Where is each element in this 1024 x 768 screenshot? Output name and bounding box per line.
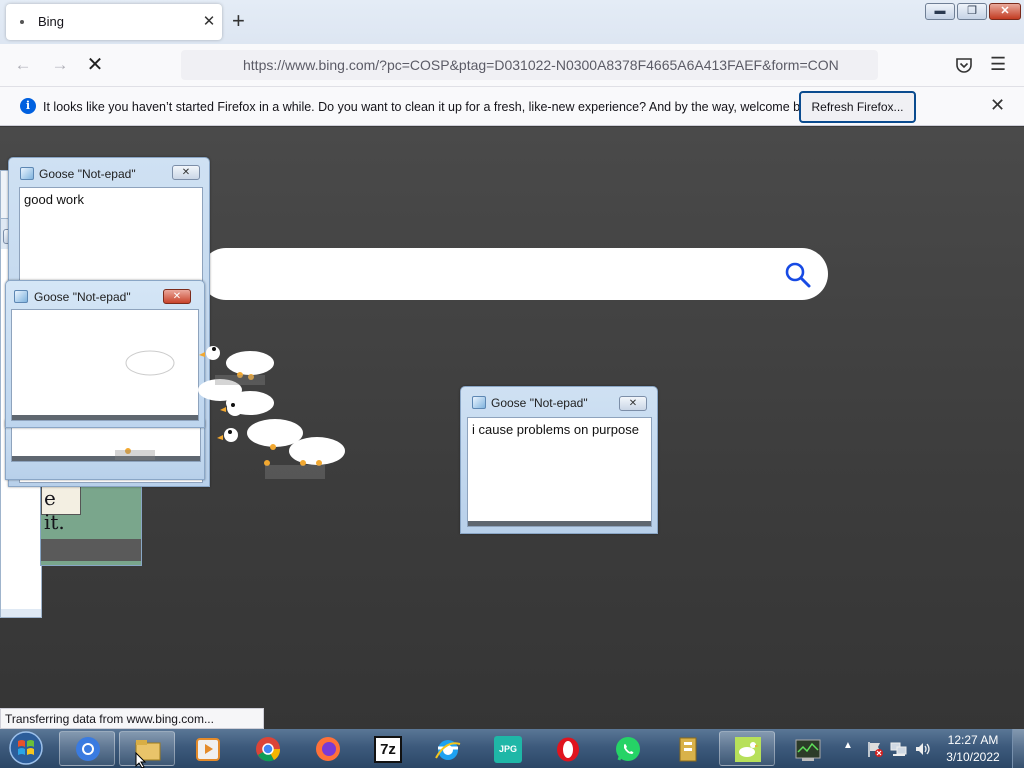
tab-close-button[interactable]: ✕ <box>200 12 218 30</box>
goose-app-icon <box>735 737 761 762</box>
taskbar-firefox[interactable] <box>299 731 355 766</box>
task-manager-icon <box>795 739 821 761</box>
refresh-firefox-button[interactable]: Refresh Firefox... <box>799 91 916 123</box>
mouse-cursor-icon <box>135 752 147 768</box>
info-icon: i <box>20 98 36 114</box>
notepad-icon <box>14 290 28 303</box>
taskbar-whatsapp[interactable] <box>599 731 655 766</box>
scrollbar[interactable] <box>468 521 651 526</box>
window-title: Goose "Not-epad" <box>34 290 131 304</box>
bing-search-box[interactable] <box>200 248 828 300</box>
close-window-button[interactable]: ✕ <box>989 3 1021 20</box>
start-button[interactable] <box>3 730 49 767</box>
whatsapp-icon <box>616 737 640 761</box>
background-bar <box>41 539 141 561</box>
url-text: https://www.bing.com/?pc=COSP&ptag=D0310… <box>243 57 839 73</box>
taskbar-jpg-viewer[interactable]: JPG <box>479 731 535 766</box>
goose-notepad-window-3[interactable]: Goose "Not-epad" ✕ i cause problems on p… <box>460 386 658 534</box>
show-hidden-icons-chevron-icon[interactable]: ▲ <box>843 740 853 751</box>
new-tab-button[interactable]: + <box>232 8 245 34</box>
firefox-icon <box>316 737 340 761</box>
notepad-text: good work <box>24 192 84 207</box>
search-icon[interactable] <box>784 261 812 289</box>
taskbar-chrome-like-browser[interactable] <box>59 731 115 766</box>
goose-icon <box>125 346 274 380</box>
hamburger-menu-icon[interactable]: ☰ <box>990 54 1006 75</box>
notepad-text-area[interactable]: i cause problems on purpose <box>467 417 652 527</box>
navigation-toolbar: ← → ✕ https://www.bing.com/?pc=COSP&ptag… <box>0 44 1024 86</box>
notepad-text: i cause problems on purpose <box>472 422 639 437</box>
close-button[interactable]: ✕ <box>163 289 191 304</box>
refresh-firefox-notification: i It looks like you haven’t started Fire… <box>0 86 1024 126</box>
internet-explorer-icon <box>435 740 461 760</box>
desktop-geese[interactable] <box>95 335 355 485</box>
forward-button[interactable]: → <box>49 54 71 76</box>
stop-loading-button[interactable]: ✕ <box>84 54 106 76</box>
notepad-icon <box>472 396 486 409</box>
goose-icon <box>217 419 345 466</box>
media-player-icon <box>196 738 220 761</box>
network-icon[interactable] <box>890 740 908 758</box>
taskbar-task-manager[interactable] <box>779 731 837 766</box>
volume-icon[interactable] <box>914 740 932 758</box>
taskbar-media-player[interactable] <box>179 731 235 766</box>
back-button[interactable]: ← <box>12 54 34 76</box>
tab-strip: Bing ✕ + ▬ ❐ ✕ <box>0 0 1024 44</box>
show-desktop-button[interactable] <box>1012 729 1024 768</box>
notepad-icon <box>20 167 34 180</box>
minimize-button[interactable]: ▬ <box>925 3 955 20</box>
tab-loading-icon <box>20 20 24 24</box>
notification-close-icon[interactable]: ✕ <box>990 95 1005 116</box>
notification-message: It looks like you haven’t started Firefo… <box>43 100 824 114</box>
taskbar-google-chrome[interactable] <box>239 731 295 766</box>
window-title: Goose "Not-epad" <box>491 396 588 410</box>
browser-icon <box>76 737 100 761</box>
taskbar-opera[interactable] <box>539 731 595 766</box>
close-button[interactable]: ✕ <box>619 396 647 411</box>
image-viewer-icon: JPG <box>494 736 522 763</box>
taskbar-internet-explorer[interactable] <box>419 731 475 766</box>
clock-date[interactable]: 3/10/2022 <box>936 750 1010 764</box>
seven-zip-icon: 7z <box>374 736 402 763</box>
background-text-fragment: e it. <box>41 483 81 534</box>
chrome-icon <box>256 737 281 762</box>
opera-icon <box>557 737 579 762</box>
archive-icon <box>679 737 697 762</box>
taskbar-archive[interactable] <box>659 731 715 766</box>
windows-taskbar: 7z JPG ▲ 12:27 AM 3/10/2022 <box>0 729 1024 768</box>
clock-time[interactable]: 12:27 AM <box>936 733 1010 747</box>
close-button[interactable]: ✕ <box>172 165 200 180</box>
tab-bing[interactable]: Bing ✕ <box>6 4 222 40</box>
taskbar-7zip[interactable]: 7z <box>359 731 415 766</box>
status-bar: Transferring data from www.bing.com... <box>0 708 264 729</box>
tab-title: Bing <box>38 14 65 29</box>
pocket-icon[interactable] <box>954 55 974 75</box>
maximize-button[interactable]: ❐ <box>957 3 987 20</box>
taskbar-desktop-goose[interactable] <box>719 731 775 766</box>
window-title: Goose "Not-epad" <box>39 167 136 181</box>
address-bar[interactable]: https://www.bing.com/?pc=COSP&ptag=D0310… <box>181 50 878 80</box>
action-center-flag-icon[interactable] <box>866 740 884 758</box>
